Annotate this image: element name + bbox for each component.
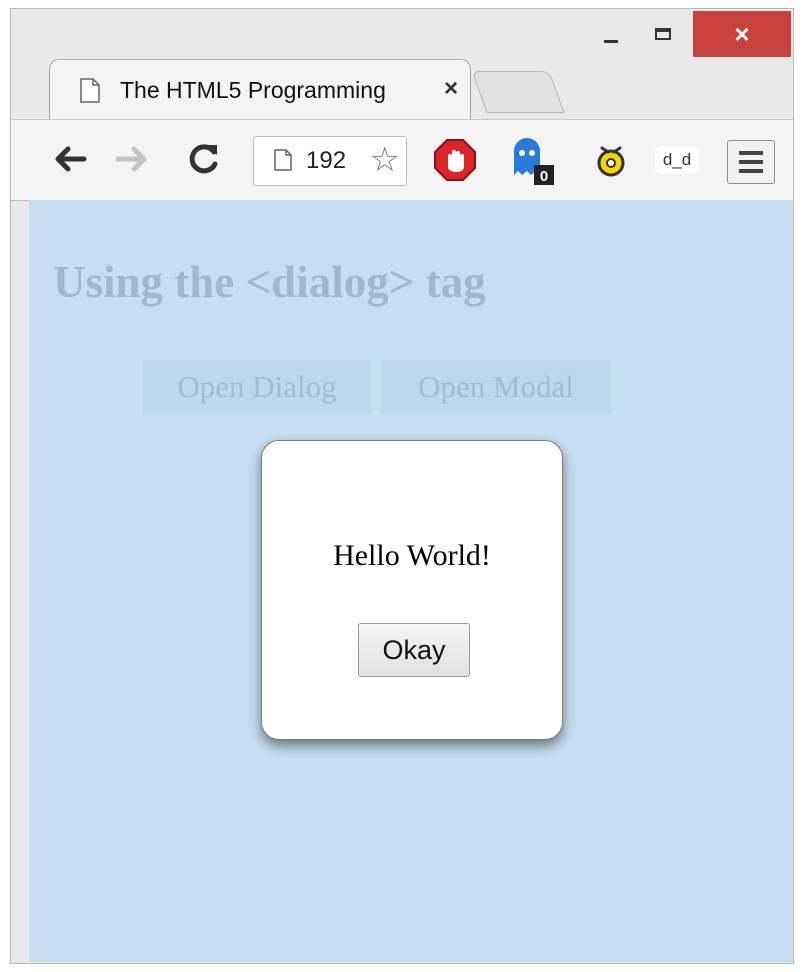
open-dialog-button[interactable]: Open Dialog [143,360,371,414]
page-icon [274,149,292,171]
back-button[interactable] [45,134,95,184]
maximize-button[interactable] [641,9,685,59]
stop-sign-icon [434,139,476,181]
reload-button[interactable] [179,134,229,184]
dialog-box: Hello World! Okay [261,440,563,740]
dd-extension-button[interactable]: d_d [651,134,703,186]
open-modal-button[interactable]: Open Modal [381,360,611,414]
star-icon[interactable]: ☆ [370,143,400,177]
okay-button[interactable]: Okay [358,623,470,677]
tab-title: The HTML5 Programming [120,77,386,103]
page-title: Using the <dialog> tag [53,257,486,307]
ext-dd-label: d_d [662,150,692,169]
page-icon [80,78,100,103]
face-extension-button[interactable] [585,134,637,186]
minimize-button[interactable] [591,9,631,59]
close-icon: × [734,19,750,49]
page-content: Using the <dialog> tag Open Dialog Open … [29,200,793,962]
reload-icon [189,144,218,174]
browser-window: × The HTML5 Programming × 192 ☆ 0 d_d Us… [10,8,794,964]
ghost-icon: 0 [514,138,554,185]
face-icon: d_d [654,146,700,174]
address-bar[interactable]: 192 ☆ [253,136,407,186]
hamburger-menu-icon [739,160,763,164]
svg-text:0: 0 [540,168,548,185]
maximize-icon [655,28,671,40]
address-text[interactable]: 192 [306,147,354,175]
toolbar: 192 ☆ 0 d_d [11,119,793,201]
back-arrow-icon [55,146,87,172]
tab-active[interactable]: The HTML5 Programming × [49,59,471,122]
chrome-menu-button[interactable] [727,140,775,184]
adblock-extension-button[interactable] [429,134,481,186]
new-tab-button[interactable] [471,71,565,113]
minimize-icon [604,39,618,43]
forward-arrow-icon [115,146,147,172]
tab-close-button[interactable]: × [444,75,458,103]
forward-button[interactable] [107,134,157,184]
window-close-button[interactable]: × [693,11,791,57]
dialog-message: Hello World! [333,539,491,572]
hamburger-menu-icon [739,151,763,155]
yellow-face-icon [597,146,625,177]
hamburger-menu-icon [739,169,763,173]
ghostery-extension-button[interactable]: 0 [505,134,557,186]
